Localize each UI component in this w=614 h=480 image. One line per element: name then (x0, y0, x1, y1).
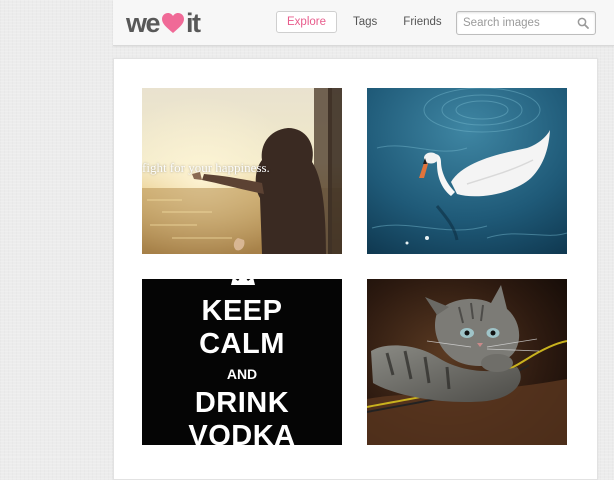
image-thumb-swan[interactable] (367, 88, 567, 254)
poster-line-keep: KEEP (201, 295, 283, 327)
image-thumb-happiness[interactable]: fight for your happiness. (142, 88, 342, 254)
nav-explore[interactable]: Explore (276, 11, 337, 33)
image-grid: fight for your happiness. KEEP CALM AND … (113, 58, 598, 480)
logo-text-it: it (186, 7, 201, 38)
poster-line-and: AND (226, 366, 258, 382)
poster-line-calm: CALM (199, 328, 285, 360)
poster-line-drink: DRINK (194, 387, 290, 419)
poster-line-vodka: VODKA (188, 420, 296, 445)
main-nav: Explore Tags Friends (276, 11, 452, 33)
top-header: we it Explore Tags Friends (113, 0, 614, 46)
crown-icon (231, 279, 255, 285)
logo-text-we: we (126, 7, 161, 38)
nav-tags[interactable]: Tags (343, 11, 387, 33)
weheartit-logo[interactable]: we it (126, 7, 201, 38)
nav-friends[interactable]: Friends (393, 11, 451, 33)
image-thumb-keep-calm[interactable]: KEEP CALM AND DRINK VODKA (142, 279, 342, 445)
search-input[interactable] (463, 15, 573, 31)
search-icon[interactable] (577, 17, 589, 29)
image-thumb-kitten[interactable] (367, 279, 567, 445)
keep-calm-text: KEEP CALM AND DRINK VODKA (142, 295, 342, 445)
image-caption: fight for your happiness. (142, 160, 270, 175)
image-swan (367, 88, 567, 254)
heart-icon (162, 13, 185, 33)
search-box (456, 11, 596, 35)
image-kitten (367, 279, 567, 445)
